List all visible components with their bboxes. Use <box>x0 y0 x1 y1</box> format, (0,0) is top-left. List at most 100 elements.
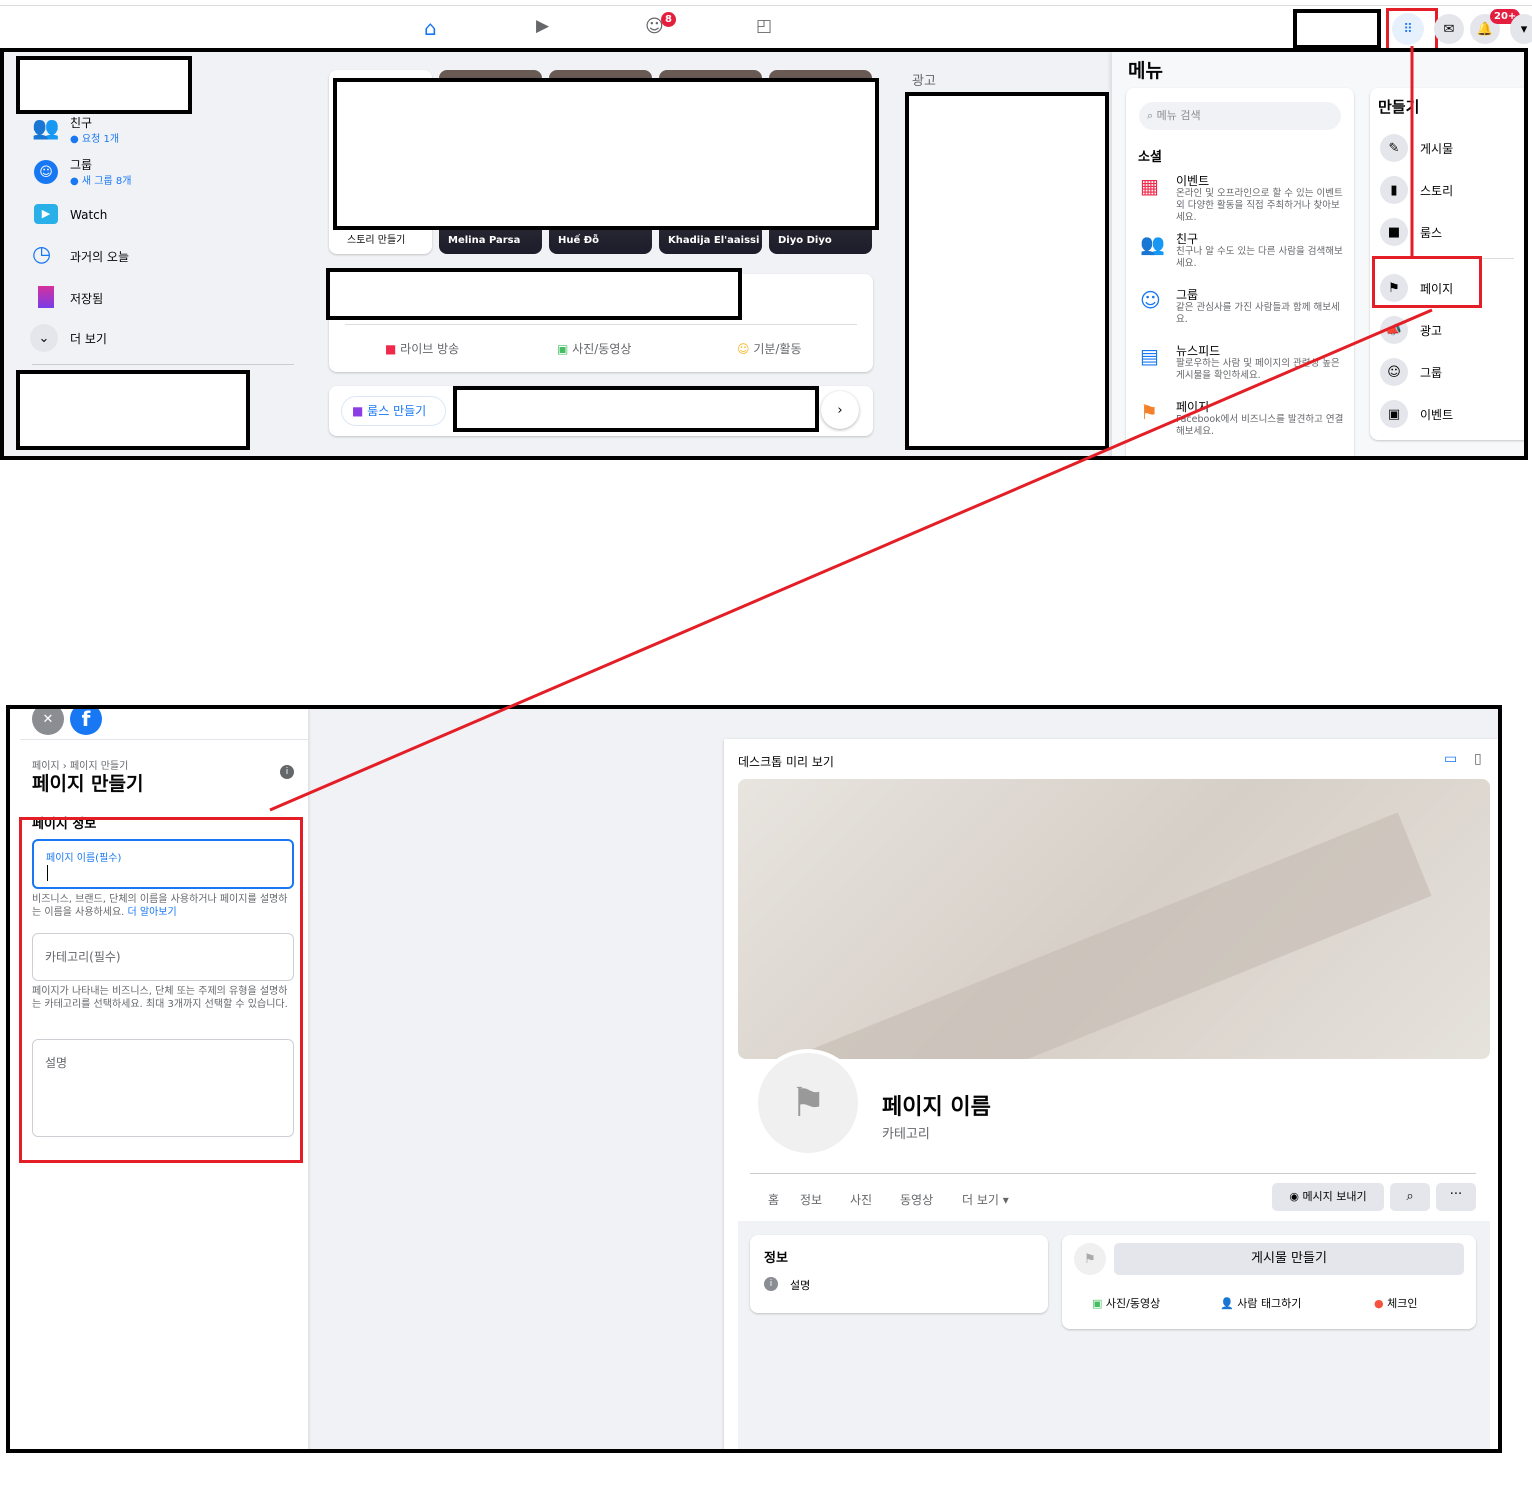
create-heading: 만들기 <box>1378 98 1420 116</box>
preview-tab[interactable]: 동영상 <box>900 1191 933 1208</box>
friends-icon: 👥 <box>32 116 60 141</box>
label: 메시지 보내기 <box>1302 1190 1367 1203</box>
composer-photo[interactable]: ▣ 사진/동영상 <box>557 340 631 357</box>
menu-panel: 메뉴 ⌕ 메뉴 검색 소셜 ▦ 이벤트 온라인 및 오프라인으로 할 수 있는 … <box>1112 52 1524 456</box>
create-item-2[interactable]: ■ 룸스 <box>1380 218 1520 248</box>
video-plus-icon: ■ <box>1380 218 1408 246</box>
redacted-composer-input <box>326 268 742 320</box>
close-icon[interactable]: ✕ <box>32 709 64 735</box>
menu-item-3[interactable]: ▤ 뉴스피드 팔로우하는 사람 및 페이지의 관련성 높은 게시물을 확인하세요… <box>1136 342 1348 398</box>
create-label: 스토리 <box>1420 184 1454 198</box>
menu-item-1[interactable]: 👥 친구 친구나 알 수도 있는 다른 사람을 검색해보세요. <box>1136 230 1348 286</box>
menu-item-desc: 같은 관심사를 가진 사람들과 함께 해보세요. <box>1176 302 1340 325</box>
story-label: 스토리 만들기 <box>347 235 406 246</box>
composer-live[interactable]: ■ 라이브 방송 <box>385 340 459 357</box>
preview-title: 데스크톱 미리 보기 <box>738 755 834 769</box>
menu-item-4[interactable]: ⚑ 페이지 Facebook에서 비즈니스를 발견하고 연결해보세요. <box>1136 398 1348 454</box>
messenger-icon[interactable]: ✉ <box>1434 14 1464 44</box>
more-button[interactable]: ··· <box>1436 1183 1476 1211</box>
preview-category: 카테고리 <box>882 1127 930 1142</box>
post-photo[interactable]: ▣ 사진/동영상 <box>1092 1295 1160 1311</box>
menu-item-desc: 팔로우하는 사람 및 페이지의 관련성 높은 게시물을 확인하세요. <box>1176 358 1340 381</box>
book-icon: ▮ <box>1380 176 1408 204</box>
redacted-profile-link <box>16 56 192 114</box>
sidebar-item-memories[interactable]: ◷ 과거의 오늘 <box>30 242 290 272</box>
edit-icon: ✎ <box>1380 134 1408 162</box>
sidebar-item-friends[interactable]: 👥 친구 ● 요청 1개 <box>30 114 290 150</box>
home-screen-capture: 👥 친구 ● 요청 1개 ☺ 그룹 ● 새 그룹 8개 ▶ Watch ◷ 과거… <box>0 48 1528 460</box>
menu-item-desc: 온라인 및 오프라인으로 할 수 있는 이벤트 외 다양한 활동을 직접 주최하… <box>1176 188 1343 223</box>
menu-item-desc: Facebook에서 비즈니스를 발견하고 연결해보세요. <box>1176 414 1344 437</box>
next-arrow-button[interactable]: › <box>821 391 859 429</box>
groups-badge: 8 <box>661 12 676 27</box>
preview-body: 정보 i 설명 ⚑ 게시물 만들기 ▣ 사진/동영상 👤 사람 태그하기 ● 체… <box>738 1221 1490 1449</box>
sidebar-label: 더 보기 <box>70 332 107 346</box>
page-title: 페이지 만들기 <box>32 773 144 795</box>
menu-social-card: ⌕ 메뉴 검색 소셜 ▦ 이벤트 온라인 및 오프라인으로 할 수 있는 이벤트… <box>1126 88 1354 456</box>
create-room-button[interactable]: ■ 룸스 만들기 <box>341 396 446 426</box>
label: 체크인 <box>1387 1297 1418 1310</box>
sidebar-label: Watch <box>70 208 108 222</box>
create-item-5[interactable]: ☺ 그룹 <box>1380 358 1520 388</box>
create-item-1[interactable]: ▮ 스토리 <box>1380 176 1520 206</box>
sidebar-item-saved[interactable]: 저장됨 <box>30 284 290 314</box>
create-item-4[interactable]: 📣 광고 <box>1380 316 1520 346</box>
label: 사람 태그하기 <box>1237 1297 1302 1310</box>
redacted-shortcuts <box>16 370 250 450</box>
menu-item-label: 그룹 <box>1176 288 1199 302</box>
sidebar-item-watch[interactable]: ▶ Watch <box>30 202 290 232</box>
menu-search-input[interactable]: ⌕ 메뉴 검색 <box>1139 102 1341 130</box>
preview-tab[interactable]: 홈 <box>768 1191 779 1208</box>
watch-tab-icon[interactable]: ▶ <box>536 16 549 36</box>
menu-item-2[interactable]: ☺ 그룹 같은 관심사를 가진 사람들과 함께 해보세요. <box>1136 286 1348 342</box>
menu-item-0[interactable]: ▦ 이벤트 온라인 및 오프라인으로 할 수 있는 이벤트 외 다양한 활동을 … <box>1136 172 1348 228</box>
create-label: 게시물 <box>1420 142 1454 156</box>
sidebar-label: 과거의 오늘 <box>70 250 130 264</box>
sub-text: 요청 1개 <box>81 134 120 145</box>
info-icon[interactable]: i <box>280 765 294 779</box>
chevron-down-icon: ⌄ <box>30 324 58 352</box>
post-checkin[interactable]: ● 체크인 <box>1374 1295 1417 1311</box>
form-highlight <box>19 817 303 1163</box>
sidebar-item-groups[interactable]: ☺ 그룹 ● 새 그룹 8개 <box>30 156 290 192</box>
social-heading: 소셜 <box>1138 150 1162 165</box>
account-caret-icon[interactable]: ▾ <box>1510 14 1532 44</box>
cover-illustration <box>804 812 1432 1059</box>
facebook-logo-icon[interactable]: f <box>70 709 102 735</box>
watch-icon: ▶ <box>34 204 58 224</box>
label: 룸스 만들기 <box>367 404 427 418</box>
composer-feeling[interactable]: ☺ 기분/활동 <box>737 340 802 357</box>
menu-item-label: 이벤트 <box>1176 174 1210 188</box>
calendar-icon: ▦ <box>1140 174 1159 198</box>
redacted-ads <box>905 92 1109 450</box>
story-name: Khadija El'aaissi <box>668 235 760 246</box>
sidebar-item-more[interactable]: ⌄ 더 보기 <box>30 324 290 354</box>
photo-icon: ▣ <box>557 342 569 356</box>
search-button[interactable]: ⌕ <box>1390 1183 1430 1211</box>
post-tag-people[interactable]: 👤 사람 태그하기 <box>1220 1295 1301 1311</box>
preview-tab[interactable]: 정보 <box>800 1191 822 1208</box>
menu-title: 메뉴 <box>1128 60 1163 82</box>
create-item-0[interactable]: ✎ 게시물 <box>1380 134 1520 164</box>
groups-icon: ☺ <box>1380 358 1408 386</box>
preview-tab[interactable]: 더 보기 ▾ <box>962 1191 1009 1208</box>
message-button[interactable]: ◉ 메시지 보내기 <box>1272 1183 1384 1211</box>
preview-panel: 데스크톱 미리 보기 ▭ ▯ ⚑ 페이지 이름 카테고리 홈 정보 사진 동영상 더 보… <box>724 739 1498 1449</box>
sidebar-label: 저장됨 <box>70 292 104 306</box>
home-icon[interactable]: ⌂ <box>424 16 437 40</box>
label: 사진/동영상 <box>1105 1297 1161 1310</box>
preview-tab[interactable]: 사진 <box>850 1191 872 1208</box>
preview-page-name: 페이지 이름 <box>882 1095 991 1120</box>
mobile-icon[interactable]: ▯ <box>1474 751 1482 767</box>
divider <box>20 739 308 740</box>
profile-picture: ⚑ <box>754 1049 862 1157</box>
redacted-rooms <box>453 386 819 432</box>
create-item-6[interactable]: ▣ 이벤트 <box>1380 400 1520 430</box>
gaming-tab-icon[interactable]: ◰ <box>756 16 772 36</box>
page-highlight <box>1372 256 1482 308</box>
top-nav: ⌂ ▶ ☺ 8 ◰ ⠿ ✉ 🔔 20+ ▾ <box>0 5 1532 52</box>
pages-flag-icon: ⚑ <box>1140 400 1158 424</box>
desktop-icon[interactable]: ▭ <box>1444 751 1457 767</box>
create-label: 이벤트 <box>1420 408 1454 422</box>
create-post-button[interactable]: 게시물 만들기 <box>1114 1243 1464 1275</box>
